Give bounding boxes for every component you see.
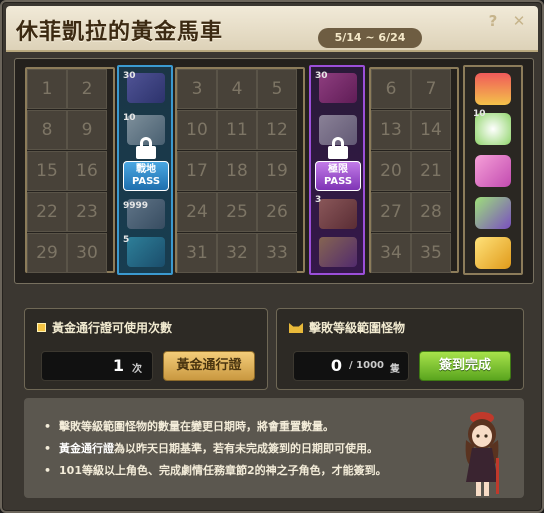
- day-cell-5: 5: [257, 69, 297, 109]
- day-cell-15: 15: [27, 151, 67, 191]
- day-cell-16: 16: [67, 151, 107, 191]
- extreme-pass-badge[interactable]: 極限 PASS: [315, 137, 361, 191]
- monster-kill-panel-title: 擊敗等級範圍怪物: [289, 319, 405, 336]
- day-cell-8: 8: [27, 110, 67, 150]
- day-cell-13: 13: [371, 110, 411, 150]
- monster-count-display: 0 / 1000 隻: [293, 351, 409, 381]
- pink-gift-box-icon[interactable]: [475, 155, 511, 187]
- day-cell-14: 14: [411, 110, 451, 150]
- pass-count-value: 1: [112, 356, 124, 375]
- help-icon[interactable]: ?: [484, 12, 502, 30]
- day-cell-10: 10: [177, 110, 217, 150]
- monster-count-total: / 1000: [349, 360, 384, 371]
- day-cell-18: 18: [217, 151, 257, 191]
- day-cell-7: 7: [411, 69, 451, 109]
- day-cell-3: 3: [177, 69, 217, 109]
- golden-pass-panel-title: 黃金通行證可使用次數: [37, 319, 172, 336]
- extreme-pass-column[interactable]: 30 3 極限 PASS: [309, 65, 365, 275]
- treasure-chest-icon[interactable]: [475, 73, 511, 105]
- day-cell-24: 24: [177, 192, 217, 232]
- day-cell-28: 28: [411, 192, 451, 232]
- day-cell-30: 30: [67, 233, 107, 273]
- day-cell-31: 31: [177, 233, 217, 273]
- day-cell-29: 29: [27, 233, 67, 273]
- day-cell-20: 20: [371, 151, 411, 191]
- day-cell-17: 17: [177, 151, 217, 191]
- monster-kill-panel: 擊敗等級範圍怪物 0 / 1000 隻 簽到完成: [276, 308, 524, 390]
- day-cell-33: 33: [257, 233, 297, 273]
- day-cell-21: 21: [411, 151, 451, 191]
- pass-count-unit: 次: [132, 364, 142, 375]
- item-count-label: 5: [123, 235, 130, 245]
- day-cell-34: 34: [371, 233, 411, 273]
- character-avatar: [465, 412, 499, 496]
- item-count-label: 30: [315, 71, 328, 81]
- day-cell-23: 23: [67, 192, 107, 232]
- day-cell-35: 35: [411, 233, 451, 273]
- close-icon[interactable]: ✕: [510, 12, 528, 30]
- monster-icon: [289, 323, 303, 333]
- reward-column: 10: [463, 65, 523, 275]
- pouch-icon: [319, 199, 357, 229]
- scroll-icon: [319, 237, 357, 267]
- day-cell-22: 22: [27, 192, 67, 232]
- info-line-2: 黃金通行證為以昨天日期基準，若有未完成簽到的日期即可使用。: [44, 438, 387, 460]
- green-gift-box-icon[interactable]: [475, 197, 511, 229]
- golden-carriage-window: 休菲凱拉的黃金馬車 5/14 ~ 6/24 ? ✕ 1 2 8 9 15 16 22 23 29…: [0, 0, 544, 513]
- battle-pass-badge[interactable]: 戰地 PASS: [123, 137, 169, 191]
- lock-icon: [328, 137, 348, 159]
- day-cell-1: 1: [27, 69, 67, 109]
- check-in-complete-button[interactable]: 簽到完成: [419, 351, 511, 381]
- extreme-pass-label: 極限 PASS: [315, 161, 361, 191]
- item-count-label: 9999: [123, 201, 149, 211]
- day-cell-32: 32: [217, 233, 257, 273]
- event-date-range: 5/14 ~ 6/24: [318, 28, 422, 48]
- item-count-label: 3: [315, 195, 322, 205]
- battle-pass-column[interactable]: 30 10 9999 5 戰地 PASS: [117, 65, 173, 275]
- square-bullet-icon: [37, 323, 46, 332]
- voucher-icon: [127, 237, 165, 267]
- day-cell-25: 25: [217, 192, 257, 232]
- day-cell-4: 4: [217, 69, 257, 109]
- day-cell-11: 11: [217, 110, 257, 150]
- monster-count-value: 0: [330, 356, 342, 375]
- item-count-label: 10: [123, 113, 136, 123]
- monster-count-unit: 隻: [390, 364, 400, 375]
- day-cell-12: 12: [257, 110, 297, 150]
- day-cell-6: 6: [371, 69, 411, 109]
- day-cell-2: 2: [67, 69, 107, 109]
- window-header[interactable]: 休菲凱拉的黃金馬車 5/14 ~ 6/24 ? ✕: [6, 6, 538, 52]
- golden-gift-box-icon[interactable]: [475, 237, 511, 269]
- battle-pass-label: 戰地 PASS: [123, 161, 169, 191]
- lock-icon: [136, 137, 156, 159]
- day-cell-27: 27: [371, 192, 411, 232]
- item-count-label: 10: [473, 109, 486, 119]
- info-line-3: 101等級以上角色、完成劇情任務章節2的神之子角色，才能簽到。: [44, 460, 387, 482]
- day-cell-19: 19: [257, 151, 297, 191]
- golden-pass-button[interactable]: 黃金通行證: [163, 351, 255, 381]
- day-cell-26: 26: [257, 192, 297, 232]
- golden-pass-panel: 黃金通行證可使用次數 1 次 黃金通行證: [24, 308, 268, 390]
- info-notes: 擊敗等級範圍怪物的數量在變更日期時，將會重置數量。 黃金通行證為以昨天日期基準，…: [24, 398, 524, 498]
- attendance-board: 1 2 8 9 15 16 22 23 29 30 3 4 5 10 11 12 17 18 19 24 25 26 31 3…: [14, 58, 534, 284]
- item-count-label: 30: [123, 71, 136, 81]
- info-line-1: 擊敗等級範圍怪物的數量在變更日期時，將會重置數量。: [44, 416, 387, 438]
- day-cell-9: 9: [67, 110, 107, 150]
- pass-count-display: 1 次: [41, 351, 153, 381]
- window-title: 休菲凱拉的黃金馬車: [16, 19, 224, 45]
